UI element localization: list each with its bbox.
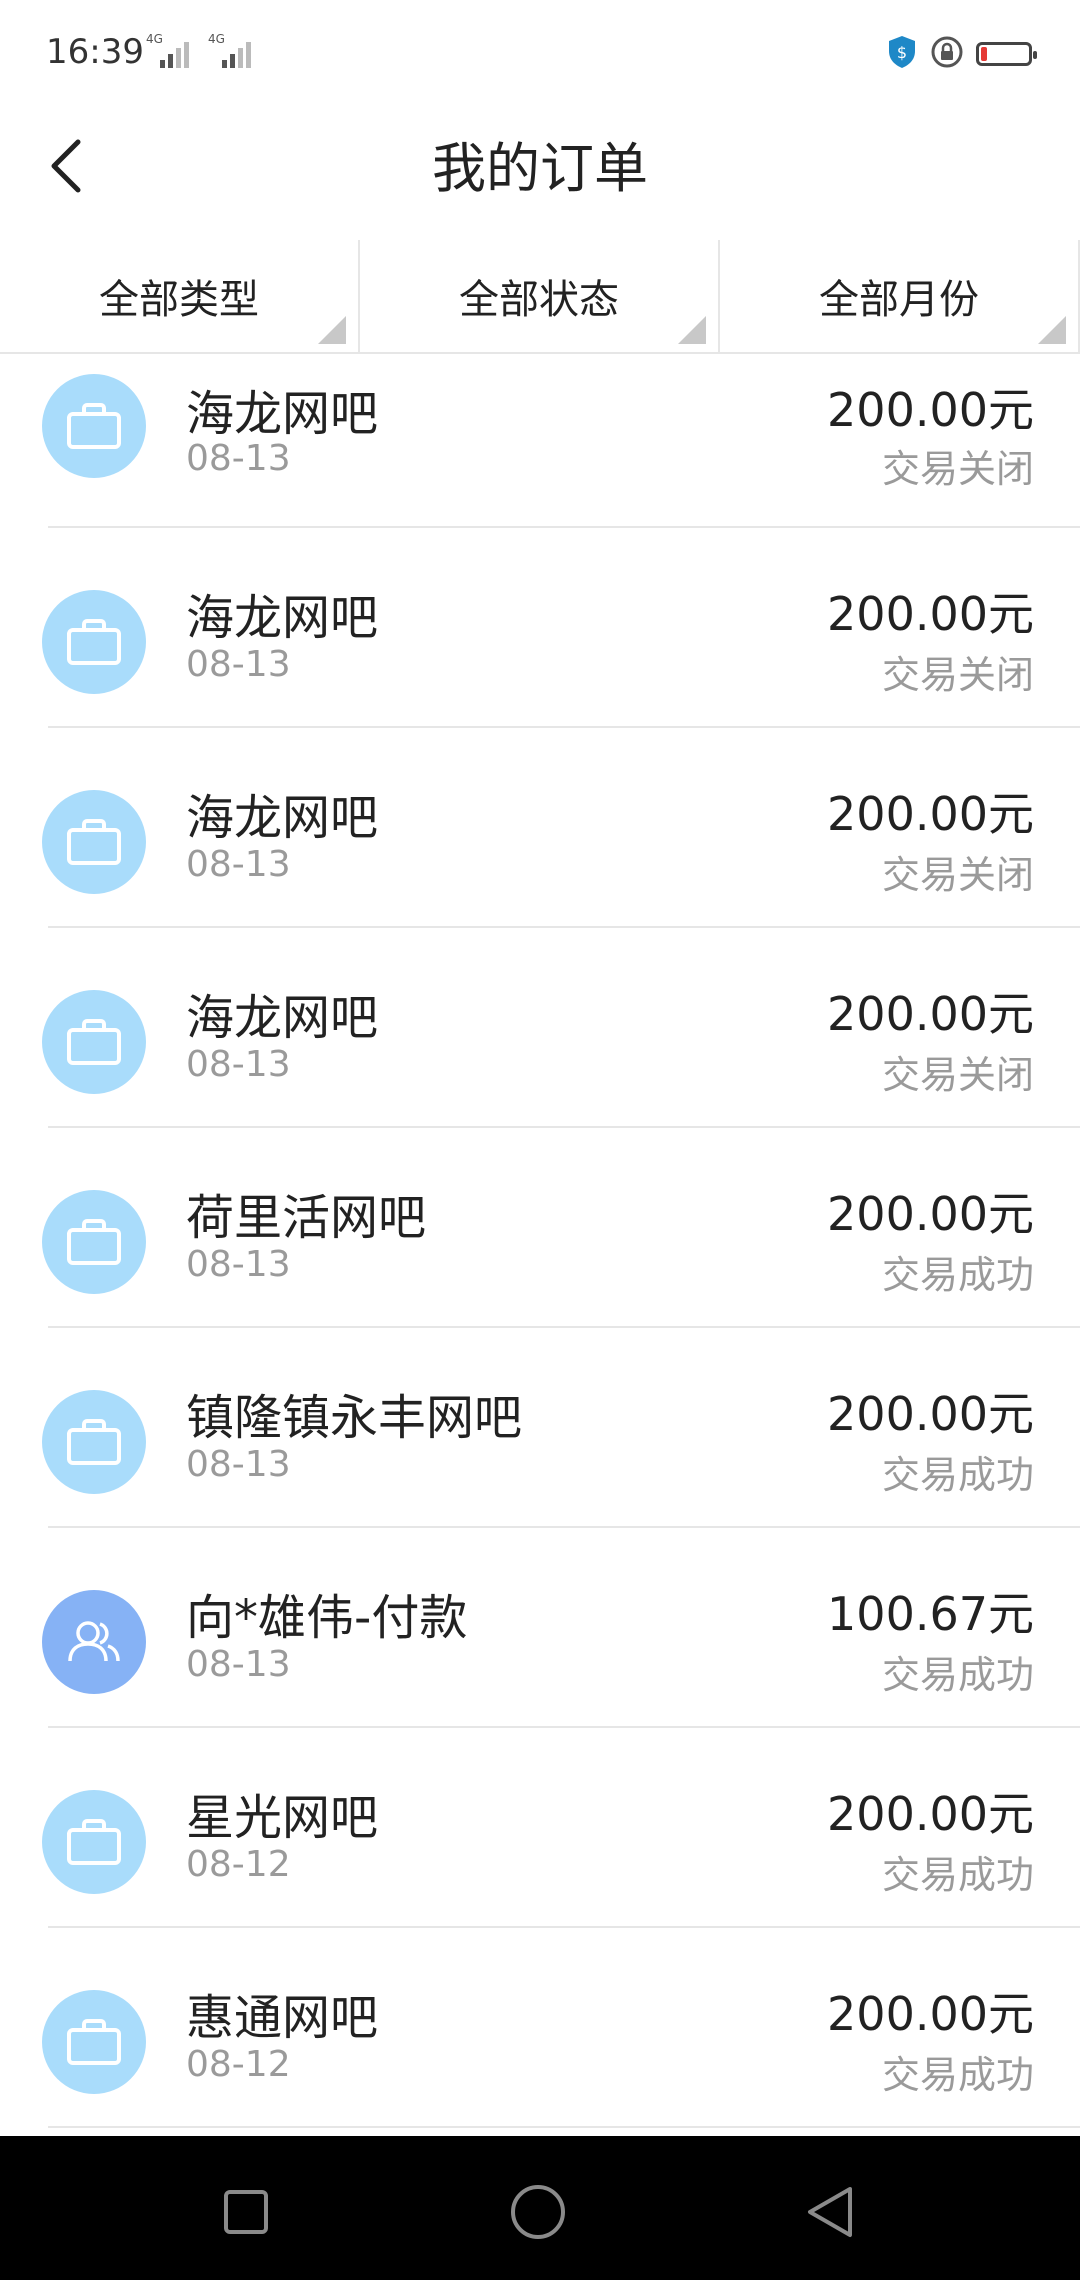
merchant-name: 海龙网吧 bbox=[186, 386, 379, 442]
order-row[interactable]: 海龙网吧 08-13 200.00元 交易关闭 bbox=[0, 928, 1080, 1128]
order-amount: 200.00元 bbox=[827, 987, 1034, 1041]
order-date: 08-13 bbox=[186, 644, 291, 685]
status-bar: 16:39 4G 4G $ bbox=[0, 0, 1080, 110]
order-row[interactable]: 荷里活网吧 08-13 200.00元 交易成功 bbox=[0, 1128, 1080, 1328]
order-row[interactable]: 海龙网吧 08-13 200.00元 交易关闭 bbox=[0, 728, 1080, 928]
vpn-shield-icon: $ bbox=[886, 34, 918, 74]
order-date: 08-12 bbox=[186, 2044, 291, 2085]
order-date: 08-13 bbox=[186, 1244, 291, 1285]
filter-label: 全部状态 bbox=[459, 277, 619, 323]
signal-strength-icon: 4G bbox=[146, 32, 190, 68]
status-time: 16:39 bbox=[46, 32, 144, 72]
order-amount: 200.00元 bbox=[827, 1987, 1034, 2041]
order-list: 海龙网吧 08-13 200.00元 交易关闭 海龙网吧 08-13 200.0… bbox=[0, 356, 1080, 2128]
merchant-name: 海龙网吧 bbox=[186, 590, 379, 646]
order-status: 交易成功 bbox=[881, 1853, 1034, 1897]
order-date: 08-13 bbox=[186, 1044, 291, 1085]
status-icons: $ bbox=[886, 34, 1037, 74]
home-icon bbox=[511, 2185, 565, 2239]
shopping-bag-icon bbox=[42, 1990, 146, 2094]
dropdown-corner-icon bbox=[1038, 316, 1066, 344]
order-status: 交易关闭 bbox=[881, 653, 1034, 697]
signal-strength-icon: 4G bbox=[208, 32, 252, 68]
recent-apps-icon bbox=[224, 2190, 268, 2234]
merchant-name: 向*雄伟-付款 bbox=[186, 1590, 468, 1646]
filter-status-dropdown[interactable]: 全部状态 bbox=[360, 240, 720, 352]
merchant-name: 镇隆镇永丰网吧 bbox=[186, 1390, 523, 1446]
filter-month-dropdown[interactable]: 全部月份 bbox=[720, 240, 1080, 352]
order-amount: 100.67元 bbox=[827, 1587, 1034, 1641]
nav-back-button[interactable] bbox=[800, 2182, 860, 2242]
filter-label: 全部类型 bbox=[99, 277, 259, 323]
order-date: 08-12 bbox=[186, 1844, 291, 1885]
order-status: 交易关闭 bbox=[881, 1053, 1034, 1097]
order-amount: 200.00元 bbox=[827, 1387, 1034, 1441]
merchant-name: 星光网吧 bbox=[186, 1790, 379, 1846]
signal-group: 4G 4G bbox=[146, 32, 252, 68]
order-row[interactable]: 向*雄伟-付款 08-13 100.67元 交易成功 bbox=[0, 1528, 1080, 1728]
order-row[interactable]: 星光网吧 08-12 200.00元 交易成功 bbox=[0, 1728, 1080, 1928]
dropdown-corner-icon bbox=[318, 316, 346, 344]
order-status: 交易成功 bbox=[881, 1653, 1034, 1697]
order-amount: 200.00元 bbox=[827, 587, 1034, 641]
home-button[interactable] bbox=[508, 2182, 568, 2242]
order-amount: 200.00元 bbox=[827, 1187, 1034, 1241]
order-status: 交易成功 bbox=[881, 1453, 1034, 1497]
order-row[interactable]: 惠通网吧 08-12 200.00元 交易成功 bbox=[0, 1928, 1080, 2128]
lock-rotation-icon bbox=[930, 35, 964, 73]
shopping-bag-icon bbox=[42, 1790, 146, 1894]
order-status: 交易成功 bbox=[881, 2053, 1034, 2097]
order-status: 交易关闭 bbox=[881, 853, 1034, 897]
recent-apps-button[interactable] bbox=[216, 2182, 276, 2242]
dropdown-corner-icon bbox=[678, 316, 706, 344]
order-row[interactable]: 镇隆镇永丰网吧 08-13 200.00元 交易成功 bbox=[0, 1328, 1080, 1528]
order-amount: 200.00元 bbox=[827, 787, 1034, 841]
page-title: 我的订单 bbox=[432, 137, 648, 200]
shopping-bag-icon bbox=[42, 990, 146, 1094]
shopping-bag-icon bbox=[42, 790, 146, 894]
order-date: 08-13 bbox=[186, 1444, 291, 1485]
row-divider bbox=[48, 2126, 1080, 2128]
title-bar: 我的订单 bbox=[0, 110, 1080, 240]
order-row[interactable]: 海龙网吧 08-13 200.00元 交易关闭 bbox=[0, 356, 1080, 528]
people-icon bbox=[42, 1590, 146, 1694]
system-nav-bar bbox=[0, 2136, 1080, 2280]
merchant-name: 海龙网吧 bbox=[186, 790, 379, 846]
order-date: 08-13 bbox=[186, 1644, 291, 1685]
filter-bar: 全部类型 全部状态 全部月份 bbox=[0, 240, 1080, 354]
merchant-name: 荷里活网吧 bbox=[186, 1190, 427, 1246]
back-triangle-icon bbox=[808, 2187, 852, 2237]
shopping-bag-icon bbox=[42, 1190, 146, 1294]
svg-text:$: $ bbox=[897, 43, 907, 62]
order-amount: 200.00元 bbox=[827, 383, 1034, 437]
order-row[interactable]: 海龙网吧 08-13 200.00元 交易关闭 bbox=[0, 528, 1080, 728]
order-date: 08-13 bbox=[186, 844, 291, 885]
filter-label: 全部月份 bbox=[819, 277, 979, 323]
merchant-name: 海龙网吧 bbox=[186, 990, 379, 1046]
merchant-name: 惠通网吧 bbox=[186, 1990, 379, 2046]
order-status: 交易关闭 bbox=[881, 447, 1034, 491]
order-status: 交易成功 bbox=[881, 1253, 1034, 1297]
filter-type-dropdown[interactable]: 全部类型 bbox=[0, 240, 360, 352]
shopping-bag-icon bbox=[42, 374, 146, 478]
battery-low-icon bbox=[976, 42, 1037, 66]
shopping-bag-icon bbox=[42, 1390, 146, 1494]
order-amount: 200.00元 bbox=[827, 1787, 1034, 1841]
order-date: 08-13 bbox=[186, 438, 291, 479]
shopping-bag-icon bbox=[42, 590, 146, 694]
